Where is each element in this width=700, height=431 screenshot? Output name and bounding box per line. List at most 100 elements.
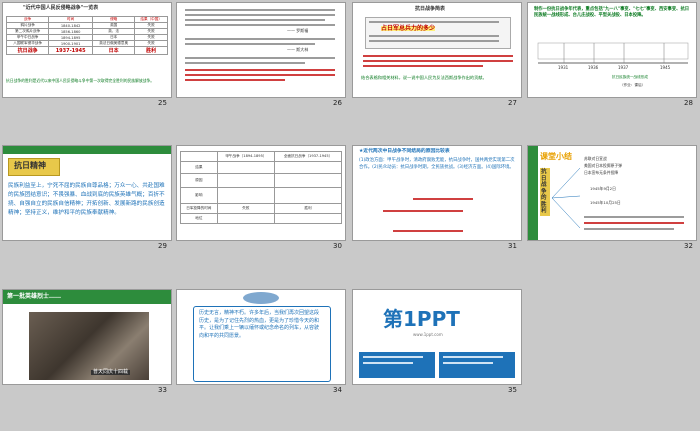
- text-block: [363, 60, 513, 62]
- text-block: [369, 35, 499, 37]
- slide-number: 25: [158, 99, 167, 107]
- text-block: [363, 356, 423, 358]
- table-cell: 结果: [180, 161, 218, 174]
- slide-number: 30: [333, 242, 342, 250]
- timeline-year: 1936: [588, 65, 599, 70]
- table-cell: [216, 213, 276, 224]
- slide-body: (1)政治方面：甲午战争时，清政府腐败无能，抗日战争时，国共两党实现第二次合作。…: [359, 158, 515, 170]
- photo-caption: 普天同庆十四载: [91, 369, 131, 375]
- slide-thumbnail-26[interactable]: —— 罗斯福 —— 斯大林: [177, 3, 345, 97]
- slide-thumbnail-35[interactable]: 第1PPT www.1ppt.com: [353, 290, 521, 384]
- table-cell: [216, 187, 276, 204]
- table-cell: [274, 187, 342, 204]
- slide-footer: 结合表格和相关材料，说一说中国人民为反法西斯战争作出的贡献。: [361, 75, 487, 80]
- text-block: [185, 38, 335, 40]
- slide-body: 历史无言，精神不朽。许多年后，当我们再次回望这段历史，是为了记住先烈的热血，更是…: [199, 310, 320, 339]
- historical-photo: [29, 312, 149, 380]
- vertical-title: 抗日战争的胜利: [540, 168, 550, 216]
- timeline-year: 1931: [558, 65, 569, 70]
- slide-thumbnail-28[interactable]: 制作一份抗日战争年代表，重点包括"九一八"事变、"七七"事变、西安事变、抗日民族…: [528, 3, 696, 97]
- slide-title: 抗日战争简表: [415, 6, 446, 12]
- text-block: [185, 62, 305, 64]
- table-cell: 失败: [216, 203, 276, 214]
- text-block: [584, 216, 684, 218]
- table-cell: [274, 173, 342, 188]
- slide-title: ★近代两次中日战争不同结局的原因比较表: [359, 149, 450, 154]
- slide-title: 第一批英雄烈士……: [7, 293, 62, 300]
- slide-thumbnail-32[interactable]: 课堂小结 抗日战争的胜利 苏联对日宣战 美国对日本投掷原子弹 日本宣布无条件投降…: [528, 146, 696, 240]
- table-cell: 胜利: [134, 46, 168, 55]
- slide-number: 34: [333, 386, 342, 394]
- text-block: [443, 356, 503, 358]
- highlight-text: [413, 198, 473, 200]
- table-cell: 胜利: [274, 203, 342, 214]
- text-block: [443, 362, 493, 364]
- table-corner: [180, 151, 218, 162]
- timeline-year: 1945: [660, 65, 671, 70]
- mindmap-lines: [551, 167, 581, 229]
- table-header: 全面抗日战争（1937-1945）: [274, 151, 342, 162]
- text-block: [363, 55, 513, 57]
- slide-thumbnail-29[interactable]: 抗日精神 民族利益至上，宁死不屈的民族自尊品格；万众一心、共赴国难的民族团结意识…: [3, 146, 171, 240]
- text-block: [584, 222, 684, 224]
- summary-item: 苏联对日宣战: [584, 156, 607, 161]
- table-cell: 原因: [180, 173, 218, 188]
- table-cell: 日军投降的时间: [180, 203, 218, 214]
- slide-body: 民族利益至上，宁死不屈的民族自尊品格；万众一心、共赴国难的民族团结意识；不畏强暴…: [8, 183, 165, 216]
- text-block: [363, 65, 483, 67]
- war-table: 战争 时间 侵略 结果（中国） 鸦片战争 1840-1842 英国 失败 第二次鸦片战…: [5, 16, 168, 55]
- highlight-text: [185, 74, 335, 76]
- table-cell: 抗日战争: [5, 46, 50, 55]
- summary-item: 1945年9月2日: [590, 186, 616, 191]
- timeline-note: 抗日民族统一战线形成: [612, 75, 648, 79]
- text-block: [185, 24, 335, 26]
- slide-number: 31: [508, 242, 517, 250]
- text-block: [369, 21, 499, 23]
- summary-item: 美国对日本投掷原子弹: [584, 163, 622, 168]
- slide-number: 32: [684, 242, 693, 250]
- timeline-legend: （作业：课后）: [620, 83, 646, 87]
- summary-item: 1945年10月25日: [590, 200, 621, 205]
- text-block: [363, 362, 413, 364]
- quote-attribution: —— 斯大林: [287, 47, 309, 52]
- summary-item: 日本宣布无条件投降: [584, 170, 619, 175]
- slide-thumbnail-30[interactable]: 甲午战争（1894-1895） 全面抗日战争（1937-1945） 结果 原因 …: [177, 146, 345, 240]
- comparison-table: 甲午战争（1894-1895） 全面抗日战争（1937-1945） 结果 原因 …: [180, 151, 342, 224]
- text-block: [584, 228, 674, 230]
- text-block: [185, 19, 325, 21]
- logo-text: 第1PPT: [383, 307, 460, 331]
- slide-number: 35: [508, 386, 517, 394]
- slide-number: 27: [508, 99, 517, 107]
- side-band: [528, 146, 538, 240]
- slide-thumbnail-25[interactable]: "近代中国人民反侵略战争"一览表 战争 时间 侵略 结果（中国） 鸦片战争 184…: [3, 3, 171, 97]
- slide-title: 制作一份抗日战争年代表，重点包括"九一八"事变、"七七"事变、西安事变、抗日民族…: [534, 7, 690, 18]
- highlight-caption: 占日军总兵力的多少: [381, 25, 436, 32]
- slide-title: "近代中国人民反侵略战争"一览表: [23, 5, 99, 11]
- table-cell: [274, 161, 342, 174]
- table-cell: 影响: [180, 187, 218, 204]
- dove-icon: [243, 292, 279, 304]
- table-cell: 1937-1945: [48, 46, 94, 55]
- slide-thumbnail-34[interactable]: 历史无言，精神不朽。许多年后，当我们再次回望这段历史，是为了记住先烈的热血，更是…: [177, 290, 345, 384]
- table-cell: 地位: [180, 213, 218, 224]
- table-cell: [216, 161, 276, 174]
- text-block: [185, 57, 335, 59]
- logo-url: www.1ppt.com: [413, 332, 443, 337]
- slide-footer: 抗日战争的胜利是近代以来中国人民反侵略斗争中第一次取得完全胜利的民族解放战争。: [6, 78, 155, 83]
- slide-title: 抗日精神: [14, 161, 46, 170]
- text-block: [185, 43, 315, 45]
- table-header: 甲午战争（1894-1895）: [216, 151, 276, 162]
- table-cell: 日本: [92, 46, 136, 55]
- slide-number: 33: [158, 386, 167, 394]
- slide-thumbnail-31[interactable]: ★近代两次中日战争不同结局的原因比较表 (1)政治方面：甲午战争时，清政府腐败无…: [353, 146, 521, 240]
- table-cell: [216, 173, 276, 188]
- slide-number: 28: [684, 99, 693, 107]
- slide-number: 26: [333, 99, 342, 107]
- slide-number: 29: [158, 242, 167, 250]
- timeline-year: 1937: [618, 65, 629, 70]
- text-block: [185, 14, 335, 16]
- highlight-text: [185, 79, 285, 81]
- text-block: [185, 9, 335, 11]
- slide-thumbnail-27[interactable]: 抗日战争简表 占日军总兵力的多少 结合表格和相关材料，说一说中国人民为反法西斯战…: [353, 3, 521, 97]
- slide-thumbnail-33[interactable]: 第一批英雄烈士…… 普天同庆十四载: [3, 290, 171, 384]
